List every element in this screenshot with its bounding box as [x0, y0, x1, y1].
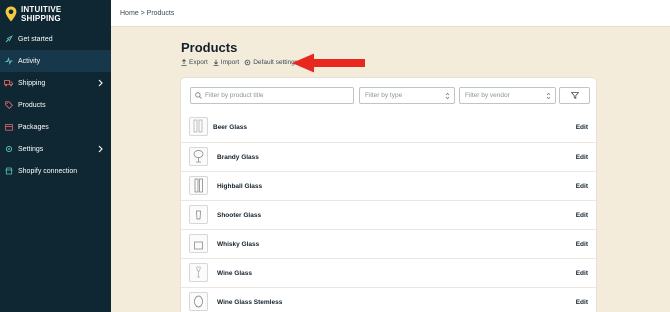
sidebar-item-activity[interactable]: Activity — [0, 50, 111, 72]
filter-bar: Filter by type Filter by vendor — [190, 87, 590, 104]
sidebar-nav: Get started Activity Shipping Products P… — [0, 28, 111, 182]
vendor-filter-label: Filter by vendor — [465, 92, 510, 99]
search-field[interactable] — [190, 87, 354, 104]
sidebar-item-settings[interactable]: Settings — [0, 138, 111, 160]
shop-icon — [4, 167, 13, 176]
product-thumbnail — [189, 234, 208, 253]
search-input[interactable] — [205, 92, 350, 99]
brand-name: INTUITIVE SHIPPING — [21, 5, 61, 23]
page-actions: Export Import Default settings — [181, 59, 298, 66]
sidebar-item-get-started[interactable]: Get started — [0, 28, 111, 50]
search-icon — [195, 92, 202, 99]
edit-button[interactable]: Edit — [576, 183, 588, 190]
sidebar-item-label: Shipping — [18, 79, 46, 87]
export-button[interactable]: Export — [181, 59, 208, 66]
product-row[interactable]: Highball Glass Edit — [181, 171, 598, 200]
product-name: Shooter Glass — [217, 211, 262, 219]
product-name: Highball Glass — [217, 182, 263, 190]
select-caret-icon — [445, 92, 450, 100]
sidebar-item-label: Packages — [18, 123, 49, 131]
filter-button[interactable] — [559, 87, 590, 104]
breadcrumb[interactable]: Home > Products — [120, 10, 174, 17]
upload-icon — [181, 59, 187, 66]
product-name: Wine Glass — [217, 269, 252, 277]
sidebar-item-products[interactable]: Products — [0, 94, 111, 116]
package-icon — [4, 123, 13, 132]
sidebar-item-label: Settings — [18, 145, 44, 153]
sidebar-item-label: Products — [18, 101, 46, 109]
product-thumbnail — [189, 147, 208, 166]
product-name: Whisky Glass — [217, 240, 260, 248]
product-row[interactable]: Brandy Glass Edit — [181, 142, 598, 171]
product-list: Beer Glass Edit Brandy Glass Edit Highba… — [181, 113, 598, 312]
default-settings-button[interactable]: Default settings — [244, 59, 298, 66]
product-row[interactable]: Wine Glass Edit — [181, 258, 598, 287]
type-filter-label: Filter by type — [365, 92, 403, 99]
import-label: Import — [220, 59, 240, 66]
product-row[interactable]: Whisky Glass Edit — [181, 229, 598, 258]
chevron-right-icon — [98, 79, 103, 87]
edit-button[interactable]: Edit — [576, 154, 588, 161]
select-caret-icon — [546, 92, 551, 100]
sidebar-item-label: Get started — [18, 35, 53, 43]
export-label: Export — [189, 59, 208, 66]
location-pin-icon — [5, 6, 17, 22]
sidebar-item-shopify-connection[interactable]: Shopify connection — [0, 160, 111, 182]
product-row[interactable]: Beer Glass Edit — [181, 113, 598, 142]
product-name: Wine Glass Stemless — [217, 298, 283, 306]
product-name: Beer Glass — [213, 124, 247, 131]
product-thumbnail — [189, 205, 208, 224]
product-thumbnail — [189, 117, 208, 136]
edit-button[interactable]: Edit — [576, 212, 588, 219]
page-title: Products — [181, 40, 238, 55]
brand-logo[interactable]: INTUITIVE SHIPPING — [0, 0, 111, 28]
sidebar-item-label: Shopify connection — [18, 167, 78, 175]
sidebar: INTUITIVE SHIPPING Get started Activity … — [0, 0, 111, 312]
edit-button[interactable]: Edit — [576, 299, 588, 306]
edit-button[interactable]: Edit — [576, 241, 588, 248]
tag-icon — [4, 101, 13, 110]
product-thumbnail — [189, 263, 208, 282]
rocket-icon — [4, 35, 13, 44]
funnel-icon — [570, 92, 579, 99]
activity-icon — [4, 57, 13, 66]
brand-line-1: INTUITIVE — [21, 5, 62, 14]
download-icon — [213, 59, 219, 66]
product-thumbnail — [189, 176, 208, 195]
sidebar-item-packages[interactable]: Packages — [0, 116, 111, 138]
product-row[interactable]: Wine Glass Stemless Edit — [181, 287, 598, 312]
truck-icon — [4, 79, 13, 88]
brand-line-2: SHIPPING — [21, 14, 61, 23]
products-card: Filter by type Filter by vendor Beer Gla… — [180, 77, 598, 312]
vendor-filter-select[interactable]: Filter by vendor — [459, 87, 556, 104]
gear-icon — [4, 145, 13, 154]
annotation-arrow-icon — [292, 53, 365, 73]
product-row[interactable]: Shooter Glass Edit — [181, 200, 598, 229]
type-filter-select[interactable]: Filter by type — [359, 87, 455, 104]
product-thumbnail — [189, 292, 208, 311]
edit-button[interactable]: Edit — [576, 270, 588, 277]
gear-icon — [244, 59, 251, 66]
top-bar: Home > Products — [111, 0, 670, 27]
sidebar-item-label: Activity — [18, 57, 41, 65]
import-button[interactable]: Import — [213, 59, 239, 66]
chevron-right-icon — [98, 145, 103, 153]
edit-button[interactable]: Edit — [576, 124, 588, 131]
product-name: Brandy Glass — [217, 153, 259, 161]
sidebar-item-shipping[interactable]: Shipping — [0, 72, 111, 94]
